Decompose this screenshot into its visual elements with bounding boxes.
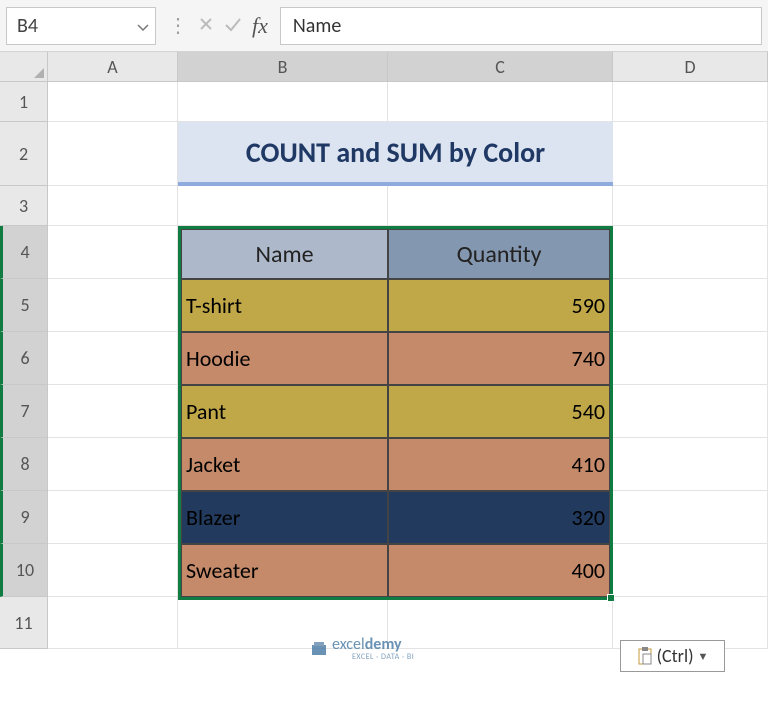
cell[interactable] — [48, 491, 178, 544]
paste-options-button[interactable]: (Ctrl) ▼ — [620, 640, 725, 672]
clipboard-icon — [637, 646, 653, 666]
table-row: Hoodie740 — [181, 332, 610, 385]
cell-quantity[interactable]: 400 — [388, 544, 610, 597]
page-title: COUNT and SUM by Color — [178, 122, 613, 186]
cell-name[interactable]: Hoodie — [181, 332, 388, 385]
cell-name[interactable]: Sweater — [181, 544, 388, 597]
cell[interactable] — [48, 385, 178, 438]
cell[interactable] — [48, 122, 178, 186]
cell[interactable] — [613, 122, 768, 186]
table-row: Blazer320 — [181, 491, 610, 544]
formula-value: Name — [293, 14, 341, 38]
column-header-row: A B C D — [0, 52, 768, 82]
row-header-1[interactable]: 1 — [0, 82, 48, 122]
cell-name[interactable]: Blazer — [181, 491, 388, 544]
select-all-corner[interactable] — [0, 52, 48, 82]
cell-name[interactable]: Jacket — [181, 438, 388, 491]
chevron-down-icon[interactable] — [137, 14, 149, 38]
cell[interactable] — [48, 544, 178, 597]
cell[interactable] — [613, 82, 768, 122]
table-row: Sweater400 — [181, 544, 610, 597]
cell[interactable] — [48, 332, 178, 385]
table-header-row: Name Quantity — [181, 229, 610, 279]
cell[interactable] — [613, 332, 768, 385]
cell-quantity[interactable]: 320 — [388, 491, 610, 544]
row-header-9[interactable]: 9 — [0, 491, 48, 544]
header-quantity[interactable]: Quantity — [388, 229, 610, 279]
cell-quantity[interactable]: 540 — [388, 385, 610, 438]
cell[interactable] — [613, 438, 768, 491]
row-header-5[interactable]: 5 — [0, 279, 48, 332]
table-row: Pant540 — [181, 385, 610, 438]
cell[interactable] — [613, 544, 768, 597]
row-header-2[interactable]: 2 — [0, 122, 48, 186]
col-header-D[interactable]: D — [613, 52, 768, 82]
smart-tag-label: (Ctrl) — [657, 645, 694, 667]
col-header-B[interactable]: B — [178, 52, 388, 82]
header-name[interactable]: Name — [181, 229, 388, 279]
name-box-value: B4 — [17, 14, 38, 38]
fill-handle[interactable] — [607, 594, 615, 602]
cell-name[interactable]: T-shirt — [181, 279, 388, 332]
row-header-3[interactable]: 3 — [0, 186, 48, 226]
col-header-C[interactable]: C — [388, 52, 613, 82]
sheet-body: 1 2 3 4 5 6 7 8 9 10 11 COUNT and SUM by… — [0, 82, 768, 649]
cell-quantity[interactable]: 740 — [388, 332, 610, 385]
cell[interactable] — [388, 82, 613, 122]
row-header-11[interactable]: 11 — [0, 597, 48, 649]
cancel-icon[interactable] — [198, 14, 214, 38]
row-header-6[interactable]: 6 — [0, 332, 48, 385]
chevron-down-icon: ▼ — [698, 650, 709, 663]
cell[interactable] — [613, 279, 768, 332]
watermark-logo: exceldemy EXCEL · DATA · BI — [310, 635, 414, 662]
cell[interactable] — [613, 491, 768, 544]
cell[interactable] — [388, 597, 613, 649]
row-header-10[interactable]: 10 — [0, 544, 48, 597]
table-row: Jacket410 — [181, 438, 610, 491]
grid-body: COUNT and SUM by Color Name Quantity T-s… — [48, 82, 768, 649]
cell[interactable] — [48, 82, 178, 122]
cell[interactable] — [178, 82, 388, 122]
cell[interactable] — [178, 186, 388, 226]
cell[interactable] — [388, 186, 613, 226]
formula-bar-buttons: ⋮ fx — [156, 13, 280, 39]
cell[interactable] — [48, 226, 178, 279]
cell-quantity[interactable]: 590 — [388, 279, 610, 332]
row-header-4[interactable]: 4 — [0, 226, 48, 279]
row-header-7[interactable]: 7 — [0, 385, 48, 438]
cell[interactable] — [48, 438, 178, 491]
cell-quantity[interactable]: 410 — [388, 438, 610, 491]
enter-icon[interactable] — [224, 14, 242, 38]
row-header-8[interactable]: 8 — [0, 438, 48, 491]
cell[interactable] — [613, 226, 768, 279]
cell-name[interactable]: Pant — [181, 385, 388, 438]
formula-bar: B4 ⋮ fx Name — [0, 0, 768, 52]
cell[interactable] — [613, 385, 768, 438]
fx-icon[interactable]: fx — [252, 13, 268, 39]
col-header-A[interactable]: A — [48, 52, 178, 82]
selection-range: Name Quantity T-shirt590Hoodie740Pant540… — [178, 226, 613, 600]
table-row: T-shirt590 — [181, 279, 610, 332]
cell[interactable] — [48, 186, 178, 226]
cell[interactable] — [613, 186, 768, 226]
formula-input[interactable]: Name — [280, 7, 762, 45]
cell[interactable] — [48, 597, 178, 649]
cell[interactable] — [48, 279, 178, 332]
name-box[interactable]: B4 — [6, 7, 156, 45]
watermark-sub: EXCEL · DATA · BI — [352, 652, 414, 662]
divider-dots: ⋮ — [168, 13, 188, 38]
